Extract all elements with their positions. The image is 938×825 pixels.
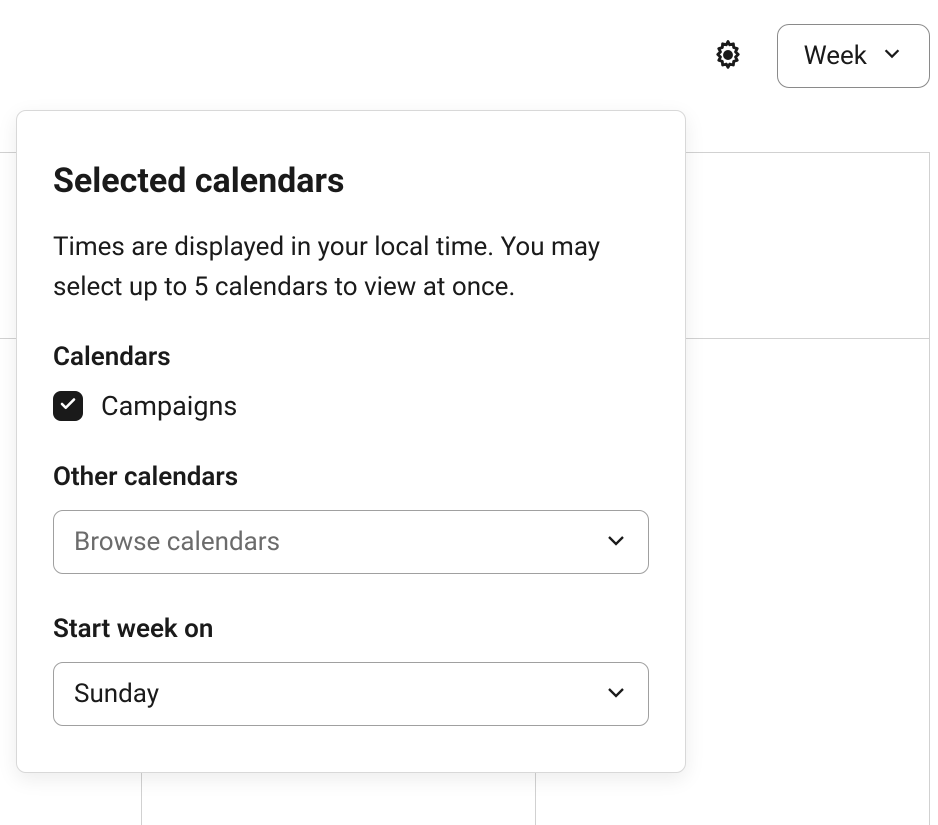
chevron-down-icon	[604, 528, 628, 556]
view-selector[interactable]: Week	[777, 24, 930, 88]
browse-calendars-select[interactable]: Browse calendars	[53, 510, 649, 574]
start-week-label: Start week on	[53, 614, 649, 644]
chevron-down-icon	[881, 41, 903, 71]
settings-button[interactable]	[703, 30, 753, 83]
other-calendars-label: Other calendars	[53, 462, 649, 492]
calendars-section-label: Calendars	[53, 342, 649, 372]
calendar-checkbox-row[interactable]: Campaigns	[53, 390, 649, 422]
gear-icon	[711, 38, 745, 75]
view-label: Week	[804, 41, 867, 71]
select-value: Sunday	[74, 679, 159, 709]
start-week-select[interactable]: Sunday	[53, 662, 649, 726]
calendar-checkbox[interactable]	[53, 391, 83, 421]
select-placeholder: Browse calendars	[74, 527, 280, 557]
calendar-settings-popover: Selected calendars Times are displayed i…	[16, 110, 686, 773]
chevron-down-icon	[604, 680, 628, 708]
calendar-checkbox-label: Campaigns	[101, 390, 237, 422]
popover-description: Times are displayed in your local time. …	[53, 227, 649, 308]
toolbar: Week	[703, 24, 930, 88]
check-icon	[59, 395, 77, 417]
popover-title: Selected calendars	[53, 161, 649, 201]
